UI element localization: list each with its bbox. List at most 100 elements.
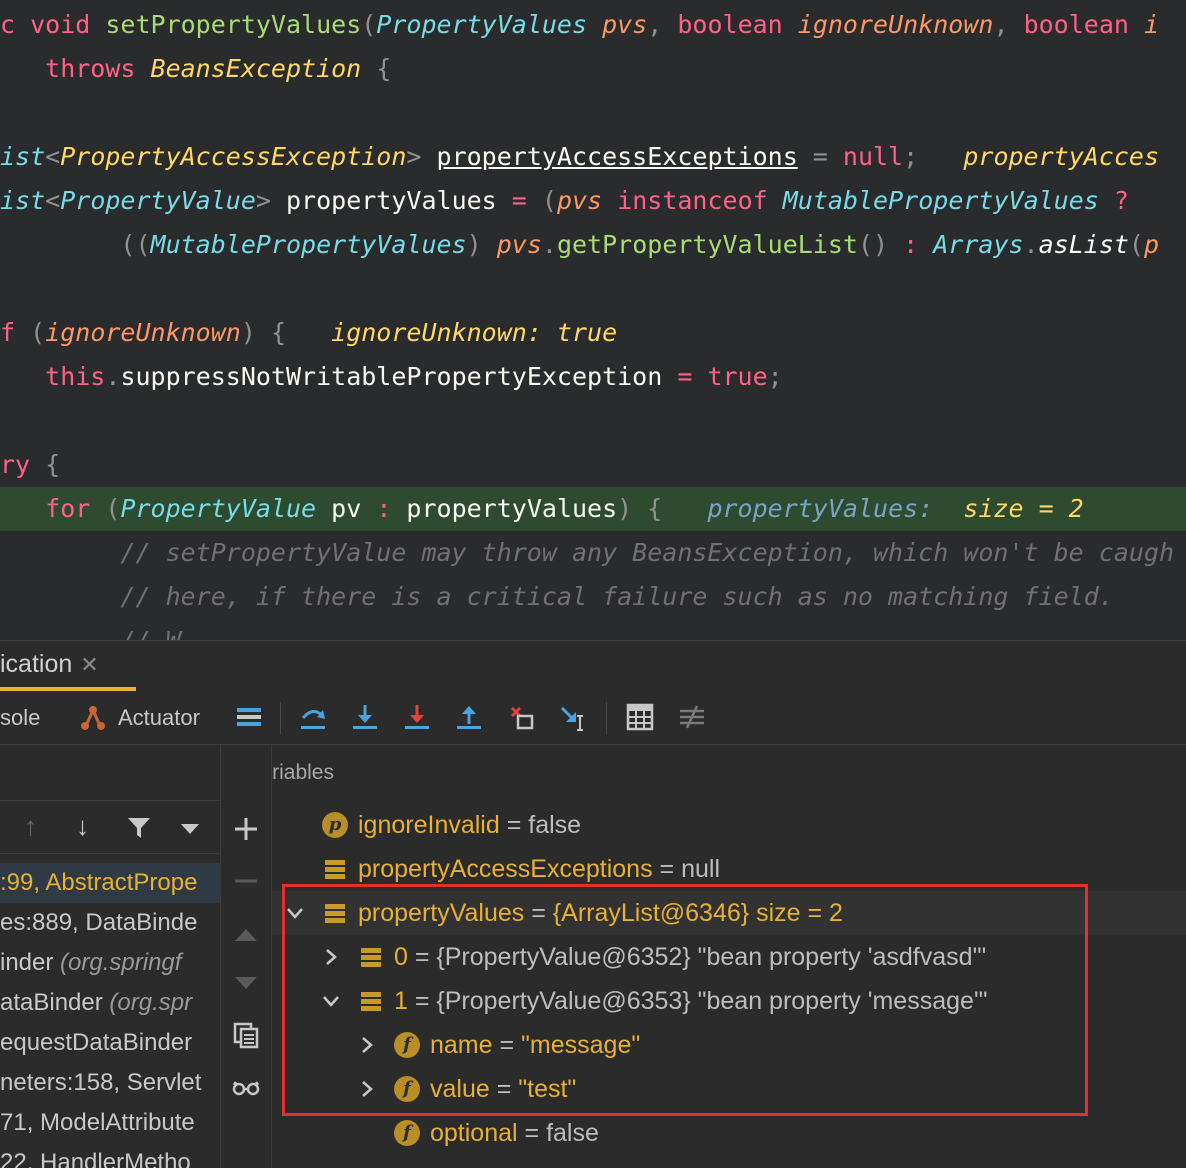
frame-text: equestDataBinder [0, 1029, 193, 1056]
code-token: () [857, 230, 904, 259]
move-down-icon[interactable] [232, 969, 260, 997]
frame-class: (org.spr [109, 989, 193, 1016]
code-token: pvs [496, 230, 542, 259]
step-over-icon[interactable] [298, 702, 328, 732]
code-token: ) { [617, 494, 708, 523]
variable-name: propertyAccessExceptions [358, 855, 653, 883]
stack-frame[interactable]: equestDataBinder [0, 1023, 220, 1063]
evaluate-expression-icon[interactable] [625, 702, 655, 732]
chevron-right-icon[interactable] [320, 946, 342, 968]
code-token: pvs [556, 186, 618, 215]
code-token: PropertyValue [120, 494, 332, 523]
toolbar-separator [280, 702, 281, 734]
list-field-icon [361, 992, 381, 1011]
code-token: c [0, 10, 31, 39]
stack-frame[interactable]: 22, HandlerMetho [0, 1143, 220, 1168]
stack-frame[interactable]: ataBinder (org.spr [0, 983, 220, 1023]
chevron-right-icon[interactable] [356, 1078, 378, 1100]
tab-application[interactable]: ication ✕ [0, 641, 136, 691]
variable-row[interactable]: 1 = {PropertyValue@6353} "bean property … [272, 979, 1186, 1023]
filter-icon[interactable] [126, 815, 152, 841]
down-arrow-icon[interactable]: ↓ [76, 811, 89, 842]
code-token: propertyValues: [707, 494, 964, 523]
variable-row[interactable]: f name = "message" [272, 1023, 1186, 1067]
chevron-down-icon[interactable] [284, 902, 306, 924]
step-into-icon[interactable] [350, 702, 380, 732]
code-token: setPropertyValues [105, 10, 362, 39]
frame-text: 22, HandlerMetho [0, 1149, 191, 1168]
equals-sign: = [489, 1075, 519, 1103]
variable-row[interactable]: propertyValues = {ArrayList@6346} size =… [272, 891, 1186, 935]
code-line: ist<PropertyValue> propertyValues = (pvs… [0, 179, 1186, 223]
console-tab[interactable]: sole [0, 692, 40, 744]
copy-icon[interactable] [232, 1021, 260, 1049]
chevron-down-icon[interactable] [320, 990, 342, 1012]
variable-value: {ArrayList@6346} size = 2 [552, 899, 843, 927]
code-token: > [406, 142, 437, 171]
variable-name: name [430, 1031, 493, 1059]
chevron-right-icon[interactable] [356, 1034, 378, 1056]
variable-row[interactable]: propertyAccessExceptions = null [272, 847, 1186, 891]
code-token: void [30, 10, 106, 39]
code-line: throws BeansException { [0, 47, 1186, 91]
drop-frame-icon[interactable] [506, 702, 536, 732]
field-icon: f [394, 1076, 420, 1102]
code-line: for (PropertyValue pv : propertyValues) … [0, 487, 1186, 531]
step-out-icon[interactable] [454, 702, 484, 732]
list-field-icon [325, 860, 345, 879]
force-step-into-icon[interactable] [402, 702, 432, 732]
code-token: , [993, 10, 1024, 39]
code-token: ( [105, 494, 121, 523]
close-icon[interactable]: ✕ [80, 652, 98, 677]
stack-frame[interactable]: :99, AbstractPrope [0, 863, 220, 903]
move-up-icon[interactable] [232, 921, 260, 949]
code-token: suppressNotWritablePropertyException [120, 362, 678, 391]
code-token: propertyValues [406, 494, 618, 523]
variable-row[interactable]: 0 = {PropertyValue@6352} "bean property … [272, 935, 1186, 979]
variables-side-toolbar [221, 745, 272, 1168]
code-token: pv [331, 494, 377, 523]
variable-text: 1 = {PropertyValue@6353} "bean property … [394, 979, 988, 1023]
stack-frame[interactable]: es:889, DataBinde [0, 903, 220, 943]
add-watch-icon[interactable] [232, 815, 260, 843]
frames-layout-icon[interactable] [234, 702, 264, 732]
trace-stream-icon[interactable] [677, 702, 707, 732]
code-token: . [541, 230, 557, 259]
remove-watch-icon[interactable] [232, 867, 260, 895]
variable-name: 0 [394, 943, 408, 971]
frame-text: neters:158, Servlet [0, 1069, 202, 1096]
variable-value: = false [517, 1119, 599, 1147]
frames-toolbar: ↑ ↓ [0, 800, 220, 854]
code-token: : [376, 494, 407, 523]
code-token: getPropertyValueList [556, 230, 858, 259]
code-token: boolean [1023, 10, 1144, 39]
code-editor[interactable]: c void setPropertyValues(PropertyValues … [0, 0, 1186, 640]
code-token: BeansException [150, 54, 362, 83]
chevron-down-icon[interactable] [180, 823, 200, 835]
stack-frame[interactable]: 71, ModelAttribute [0, 1103, 220, 1143]
actuator-tab[interactable]: Actuator [118, 692, 200, 744]
run-to-cursor-icon[interactable] [558, 702, 588, 732]
code-token: propertyAccessExceptions [436, 142, 798, 171]
code-line: ry { [0, 443, 1186, 487]
code-line: // W [0, 619, 1186, 640]
stack-frame[interactable]: neters:158, Servlet [0, 1063, 220, 1103]
variable-text: propertyValues = {ArrayList@6346} size =… [358, 891, 843, 935]
stack-frame[interactable]: inder (org.springf [0, 943, 220, 983]
variable-row[interactable]: p ignoreInvalid = false [272, 803, 1186, 847]
field-icon: f [394, 1120, 420, 1146]
code-line: // setPropertyValue may throw any BeansE… [0, 531, 1186, 575]
code-token: ignoreUnknown [797, 10, 994, 39]
code-token: ? [1113, 186, 1129, 215]
variable-row[interactable]: f optional = false [272, 1111, 1186, 1155]
glasses-icon[interactable] [232, 1073, 260, 1101]
variable-row[interactable]: f value = "test" [272, 1067, 1186, 1111]
code-token: { [45, 450, 61, 479]
up-arrow-icon[interactable]: ↑ [24, 811, 37, 842]
debug-toolbar: sole Actuator [0, 692, 1186, 745]
debug-tab-bar: ication ✕ [0, 640, 1186, 691]
